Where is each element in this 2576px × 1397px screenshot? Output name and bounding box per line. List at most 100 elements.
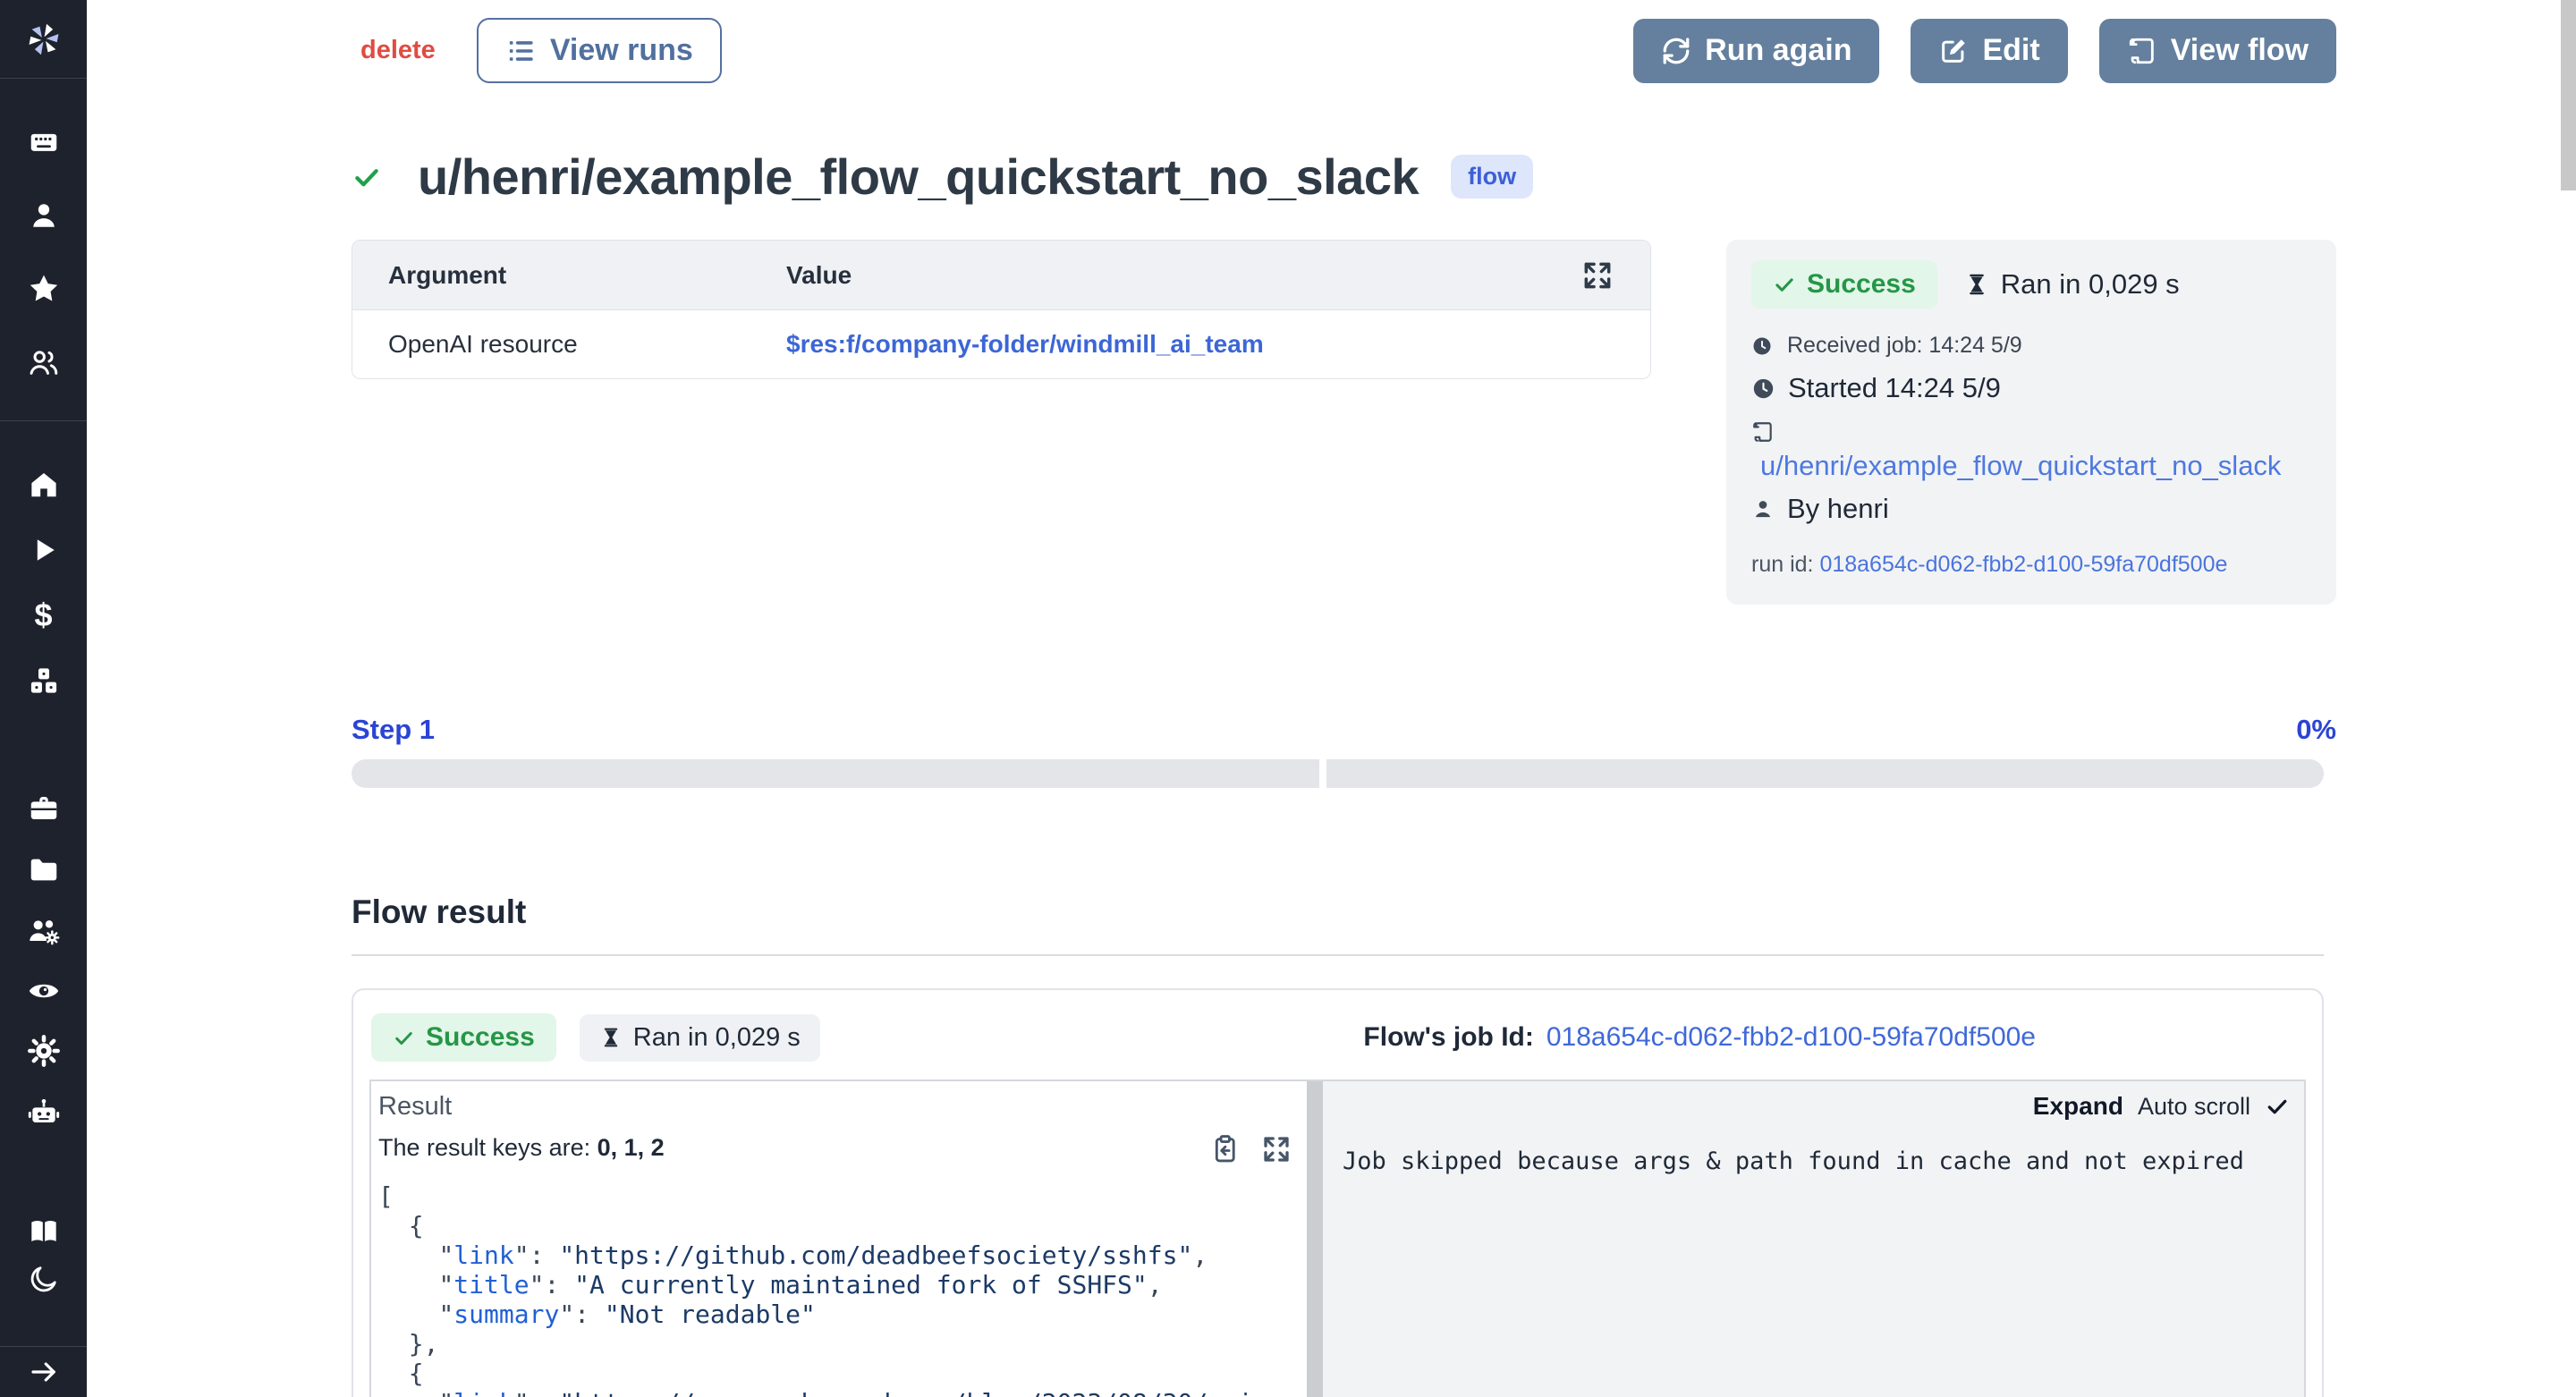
list-icon [505, 36, 536, 66]
flow-job-id: Flow's job Id: 018a654c-d062-fbb2-d100-5… [1363, 1022, 2036, 1053]
edit-button[interactable]: Edit [1911, 19, 2067, 83]
windmill-logo[interactable] [0, 0, 87, 79]
progress-segment-2[interactable] [1326, 759, 2324, 788]
result-duration-badge: Ran in 0,029 s [580, 1014, 820, 1062]
result-json[interactable]: [ { "link": "https://github.com/deadbeef… [378, 1181, 1307, 1397]
result-status-text: Success [426, 1022, 535, 1053]
run-duration: Ran in 0,029 s [1964, 268, 2180, 301]
result-pane: Result The result keys are: 0, 1, 2 [371, 1081, 1307, 1397]
divider [352, 954, 2324, 956]
sidebar-item-variables[interactable]: $ [0, 595, 87, 636]
user-icon [1751, 497, 1775, 521]
flow-result-status-row: Success Ran in 0,029 s Fl [371, 1013, 2304, 1062]
step-label: Step 1 [352, 714, 435, 746]
result-split: Result The result keys are: 0, 1, 2 [369, 1080, 2306, 1397]
sidebar-item-audit-logs[interactable] [0, 970, 87, 1012]
argument-value-link[interactable]: $res:f/company-folder/windmill_ai_team [786, 330, 1264, 359]
sidebar-expand-button[interactable] [0, 1347, 87, 1397]
sidebar-item-runs[interactable] [0, 529, 87, 571]
sidebar-item-folders[interactable] [0, 849, 87, 890]
progress-segment-1[interactable] [352, 759, 1319, 788]
refresh-icon [1661, 36, 1691, 66]
sidebar: $ [0, 0, 87, 1397]
started-text: Started 14:24 5/9 [1788, 372, 2001, 404]
play-icon [28, 534, 60, 566]
sidebar-item-schedules[interactable] [0, 787, 87, 828]
sidebar-item-favorites[interactable] [0, 268, 87, 309]
delete-link[interactable]: delete [360, 36, 436, 65]
clock-icon [1751, 335, 1773, 357]
title-row: u/henri/example_flow_quickstart_no_slack… [352, 148, 2336, 206]
log-expand-button[interactable]: Expand [2033, 1092, 2123, 1121]
users-icon [27, 345, 61, 379]
check-icon [393, 1027, 415, 1049]
robot-icon [26, 1095, 62, 1130]
docs-icon [26, 1213, 62, 1249]
page-scrollbar[interactable] [2561, 0, 2576, 1397]
autoscroll-check-icon[interactable] [2265, 1094, 2290, 1119]
flow-path-row [1751, 420, 2311, 444]
resources-icon [27, 664, 61, 698]
users-gear-icon [26, 913, 62, 949]
copy-clipboard-icon[interactable] [1208, 1133, 1241, 1165]
view-runs-button[interactable]: View runs [477, 18, 722, 83]
sidebar-item-groups[interactable] [0, 342, 87, 383]
run-id-link[interactable]: 018a654c-d062-fbb2-d100-59fa70df500e [1819, 552, 2227, 577]
eye-icon [26, 973, 62, 1009]
run-duration-text: Ran in 0,029 s [2001, 268, 2180, 301]
status-badge: Success [1751, 260, 1937, 309]
keyboard-icon [27, 125, 61, 159]
scrollbar-thumb[interactable] [2561, 0, 2576, 190]
gear-icon [26, 1033, 62, 1069]
view-flow-button[interactable]: View flow [2099, 19, 2336, 83]
page-title: u/henri/example_flow_quickstart_no_slack [418, 148, 1419, 206]
arguments-table-header: Argument Value [352, 241, 1650, 310]
flow-result-heading: Flow result [352, 893, 2336, 931]
sidebar-item-home[interactable] [0, 464, 87, 505]
value-column-header: Value [786, 261, 852, 290]
edit-icon [1938, 36, 1969, 66]
by-text: By henri [1787, 493, 1889, 525]
expand-result-icon[interactable] [1260, 1133, 1292, 1165]
scroll-icon [2127, 36, 2157, 66]
pane-scrollbar[interactable] [1307, 1081, 1323, 1397]
sidebar-item-user[interactable] [0, 195, 87, 236]
received-job-row: Received job: 14:24 5/9 [1751, 333, 2311, 359]
run-info-panel: Success Ran in 0,029 s [1726, 240, 2336, 605]
sidebar-divider [0, 420, 87, 421]
sidebar-item-docs[interactable] [0, 1210, 87, 1251]
app-root: $ [0, 0, 2576, 1397]
run-again-button[interactable]: Run again [1633, 19, 1879, 83]
sidebar-group-admin [0, 787, 87, 1133]
result-pane-icons [1208, 1133, 1292, 1165]
sidebar-group-top [0, 122, 87, 421]
argument-name: OpenAI resource [388, 330, 786, 359]
progress-bar [352, 759, 2324, 788]
started-row: Started 14:24 5/9 [1751, 372, 2311, 404]
sidebar-item-resources[interactable] [0, 660, 87, 701]
arrow-right-icon [28, 1356, 60, 1388]
flow-job-id-link[interactable]: 018a654c-d062-fbb2-d100-59fa70df500e [1546, 1022, 2036, 1053]
log-pane: Expand Auto scroll Job skipped because a… [1323, 1081, 2304, 1397]
log-line: Job skipped because args & path found in… [1343, 1147, 2290, 1175]
sidebar-item-workers[interactable] [0, 910, 87, 952]
progress-percent: 0% [2296, 714, 2336, 746]
argument-column-header: Argument [388, 261, 786, 290]
by-row: By henri [1751, 493, 2311, 525]
result-duration-text: Ran in 0,029 s [633, 1023, 801, 1053]
status-text: Success [1807, 269, 1916, 300]
windmill-logo-icon [23, 19, 64, 60]
sidebar-item-ai[interactable] [0, 1092, 87, 1133]
sidebar-item-theme-toggle[interactable] [0, 1258, 87, 1300]
sidebar-item-apps[interactable] [0, 122, 87, 163]
star-icon [27, 272, 61, 306]
sidebar-item-settings[interactable] [0, 1030, 87, 1071]
expand-table-icon[interactable] [1580, 258, 1614, 292]
scroll-icon [1751, 420, 1775, 444]
hourglass-icon [1964, 272, 1989, 297]
hourglass-icon [599, 1026, 623, 1049]
arguments-table: Argument Value Op [352, 240, 1651, 379]
result-status-badge: Success [371, 1013, 556, 1062]
flow-path-link[interactable]: u/henri/example_flow_quickstart_no_slack [1760, 450, 2311, 482]
success-check-icon [352, 162, 382, 192]
